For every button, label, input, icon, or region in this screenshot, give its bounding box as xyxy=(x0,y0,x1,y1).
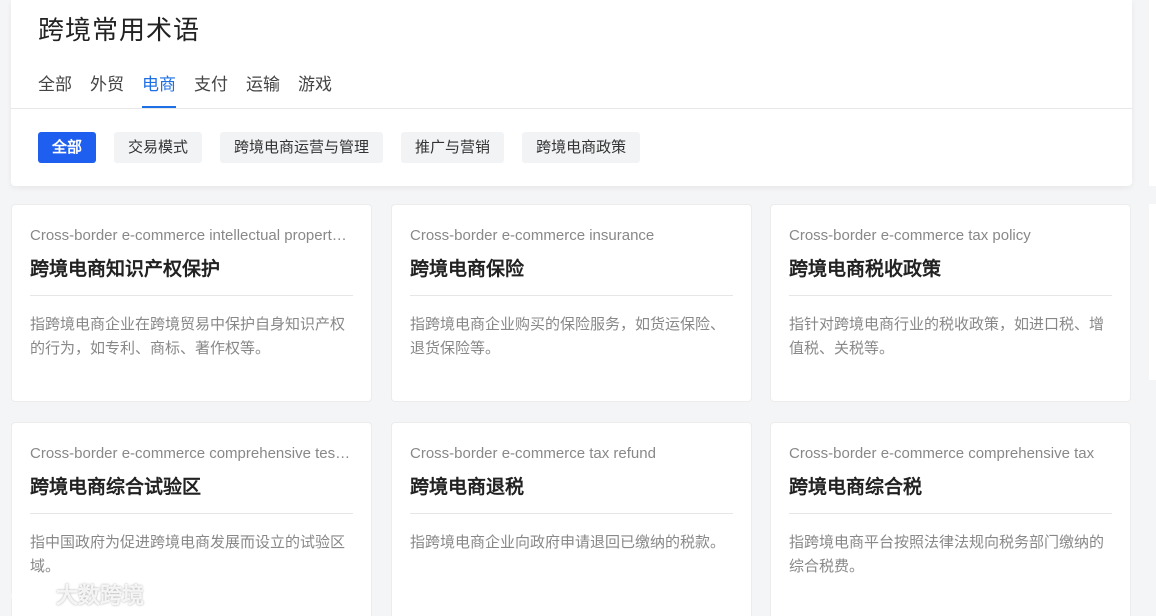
card-divider xyxy=(30,295,353,296)
category-tabs: 全部 外贸 电商 支付 运输 游戏 xyxy=(38,72,350,108)
term-english: Cross-border e-commerce comprehensive ta… xyxy=(789,445,1095,462)
tab-all[interactable]: 全部 xyxy=(38,72,72,108)
term-card[interactable]: Cross-border e-commerce comprehensive ta… xyxy=(770,422,1131,616)
term-english: Cross-border e-commerce insurance xyxy=(410,227,655,244)
term-chinese: 跨境电商保险 xyxy=(410,258,525,280)
term-description: 指跨境电商企业向政府申请退回已缴纳的税款。 xyxy=(410,533,726,551)
tab-foreign-trade[interactable]: 外贸 xyxy=(90,72,124,108)
term-chinese: 跨境电商退税 xyxy=(410,476,525,498)
term-card[interactable]: Cross-border e-commerce intellectual pro… xyxy=(11,204,372,402)
page-title: 跨境常用术语 xyxy=(38,16,201,46)
term-description: 指跨境电商企业购买的保险服务，如货运保险、退货保险等。 xyxy=(410,315,726,357)
card-divider xyxy=(410,295,733,296)
term-description: 指跨境电商平台按照法律法规向税务部门缴纳的综合税费。 xyxy=(789,533,1105,575)
card-divider xyxy=(30,513,353,514)
term-english: Cross-border e-commerce tax refund xyxy=(410,445,656,462)
subcategory-filters: 全部 交易模式 跨境电商运营与管理 推广与营销 跨境电商政策 xyxy=(38,132,641,163)
term-chinese: 跨境电商税收政策 xyxy=(789,258,942,280)
term-description: 指跨境电商企业在跨境贸易中保护自身知识产权的行为，如专利、商标、著作权等。 xyxy=(30,315,346,357)
filter-chip-operations[interactable]: 跨境电商运营与管理 xyxy=(220,132,384,163)
header-panel: 跨境常用术语 全部 外贸 电商 支付 运输 游戏 全部 交易模式 跨境电商运营与… xyxy=(11,0,1132,186)
tab-transport[interactable]: 运输 xyxy=(246,72,280,108)
header-divider xyxy=(11,108,1132,109)
term-chinese: 跨境电商知识产权保护 xyxy=(30,258,221,280)
adjacent-panel-edge xyxy=(1149,204,1156,380)
term-chinese: 跨境电商综合税 xyxy=(789,476,923,498)
filter-chip-trade-mode[interactable]: 交易模式 xyxy=(114,132,203,163)
card-divider xyxy=(789,513,1112,514)
adjacent-panel-edge xyxy=(1149,0,1156,186)
term-english: Cross-border e-commerce tax policy xyxy=(789,227,1031,244)
filter-chip-policy[interactable]: 跨境电商政策 xyxy=(522,132,641,163)
tab-games[interactable]: 游戏 xyxy=(298,72,332,108)
term-description: 指针对跨境电商行业的税收政策，如进口税、增值税、关税等。 xyxy=(789,315,1105,357)
brand-logo-icon xyxy=(11,583,47,604)
term-description: 指中国政府为促进跨境电商发展而设立的试验区域。 xyxy=(30,533,346,575)
term-card[interactable]: Cross-border e-commerce insurance 跨境电商保险… xyxy=(391,204,752,402)
term-card[interactable]: Cross-border e-commerce tax refund 跨境电商退… xyxy=(391,422,752,616)
filter-chip-all[interactable]: 全部 xyxy=(38,132,97,163)
term-card[interactable]: Cross-border e-commerce tax policy 跨境电商税… xyxy=(770,204,1131,402)
tab-ecommerce[interactable]: 电商 xyxy=(142,72,176,108)
watermark-text: 大数跨境 xyxy=(56,584,145,609)
term-chinese: 跨境电商综合试验区 xyxy=(30,476,202,498)
card-divider xyxy=(789,295,1112,296)
filter-chip-marketing[interactable]: 推广与营销 xyxy=(401,132,505,163)
card-divider xyxy=(410,513,733,514)
brand-watermark: 大数跨境 xyxy=(8,578,144,610)
term-english: Cross-border e-commerce comprehensive te… xyxy=(30,445,353,462)
term-english: Cross-border e-commerce intellectual pro… xyxy=(30,227,353,244)
tab-payment[interactable]: 支付 xyxy=(194,72,228,108)
